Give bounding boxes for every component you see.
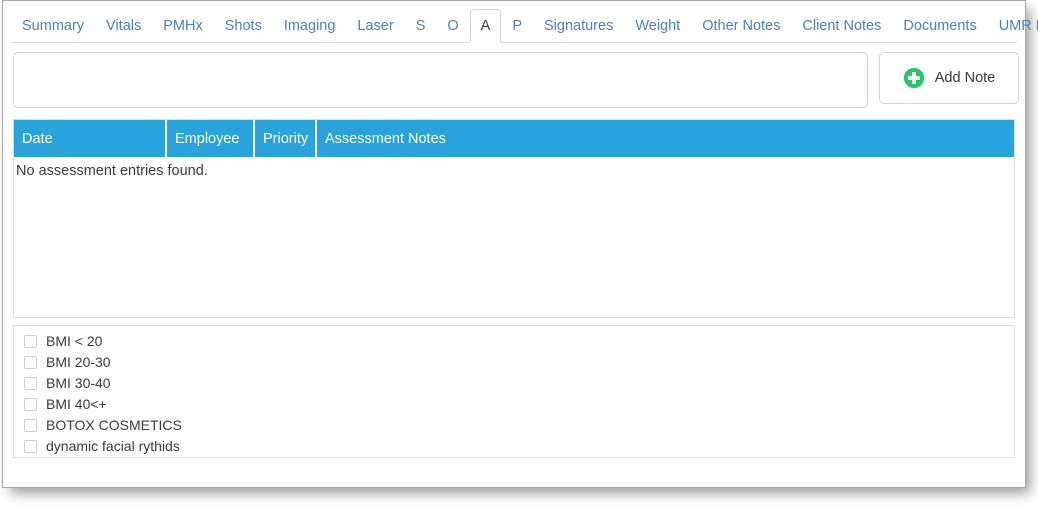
checklist-item-label: BMI 30-40 bbox=[46, 373, 111, 394]
tab-shots[interactable]: Shots bbox=[214, 10, 273, 40]
assessment-window: SummaryVitalsPMHxShotsImagingLaserSOAPSi… bbox=[2, 0, 1026, 488]
checklist-item-label: BMI 20-30 bbox=[46, 352, 111, 373]
tab-laser[interactable]: Laser bbox=[346, 10, 404, 40]
checklist-item[interactable]: BMI 30-40 bbox=[24, 373, 1014, 394]
checklist-item-label: BOTOX COSMETICS bbox=[46, 415, 182, 436]
tab-bar-divider bbox=[11, 42, 1017, 43]
column-header-assessment-notes[interactable]: Assessment Notes bbox=[316, 120, 1014, 157]
tab-signatures[interactable]: Signatures bbox=[533, 10, 624, 40]
column-header-priority[interactable]: Priority bbox=[254, 120, 316, 157]
checklist-item-label: dynamic facial rythids bbox=[46, 436, 180, 457]
checklist-checkbox[interactable] bbox=[24, 335, 37, 348]
empty-state-message: No assessment entries found. bbox=[14, 157, 1014, 179]
assessment-note-input[interactable] bbox=[13, 52, 868, 108]
plus-circle-icon bbox=[903, 67, 925, 89]
assessment-checklist-panel: BMI < 20BMI 20-30BMI 30-40BMI 40<+BOTOX … bbox=[13, 325, 1015, 458]
column-header-date[interactable]: Date bbox=[14, 120, 166, 157]
checklist-item-label: BMI < 20 bbox=[46, 331, 102, 352]
tab-vitals[interactable]: Vitals bbox=[95, 10, 152, 40]
checklist-checkbox[interactable] bbox=[24, 440, 37, 453]
checklist-checkbox[interactable] bbox=[24, 356, 37, 369]
tab-s[interactable]: S bbox=[405, 10, 437, 40]
note-entry-row: Add Note bbox=[13, 52, 1015, 108]
table-empty-row: No assessment entries found. bbox=[14, 157, 1014, 179]
tab-o[interactable]: O bbox=[436, 10, 469, 40]
tab-p[interactable]: P bbox=[501, 10, 533, 40]
tab-pmhx[interactable]: PMHx bbox=[152, 10, 213, 40]
assessment-table-body: No assessment entries found. bbox=[14, 157, 1014, 179]
checklist-checkbox[interactable] bbox=[24, 398, 37, 411]
assessment-table-head: DateEmployeePriorityAssessment Notes bbox=[14, 120, 1014, 157]
checklist-item[interactable]: dynamic facial rythids bbox=[24, 436, 1014, 457]
tab-weight[interactable]: Weight bbox=[624, 10, 691, 40]
tab-umr-forms[interactable]: UMR Forms bbox=[988, 10, 1038, 40]
add-note-button[interactable]: Add Note bbox=[879, 52, 1019, 104]
checklist-item[interactable]: BMI 40<+ bbox=[24, 394, 1014, 415]
checklist-item[interactable]: BOTOX COSMETICS bbox=[24, 415, 1014, 436]
checklist-item-label: BMI 40<+ bbox=[46, 394, 107, 415]
tab-a[interactable]: A bbox=[470, 9, 502, 43]
tab-imaging[interactable]: Imaging bbox=[273, 10, 347, 40]
tab-documents[interactable]: Documents bbox=[892, 10, 987, 40]
column-header-employee[interactable]: Employee bbox=[166, 120, 254, 157]
tab-client-notes[interactable]: Client Notes bbox=[791, 10, 892, 40]
add-note-label: Add Note bbox=[935, 70, 995, 86]
tab-other-notes[interactable]: Other Notes bbox=[691, 10, 791, 40]
checklist-item[interactable]: BMI < 20 bbox=[24, 331, 1014, 352]
table-header-row: DateEmployeePriorityAssessment Notes bbox=[14, 120, 1014, 157]
checklist-checkbox[interactable] bbox=[24, 377, 37, 390]
assessment-table-panel: DateEmployeePriorityAssessment Notes No … bbox=[13, 119, 1015, 318]
chart-tab-bar: SummaryVitalsPMHxShotsImagingLaserSOAPSi… bbox=[3, 1, 1025, 43]
assessment-checklist: BMI < 20BMI 20-30BMI 30-40BMI 40<+BOTOX … bbox=[24, 331, 1014, 457]
checklist-checkbox[interactable] bbox=[24, 419, 37, 432]
checklist-item[interactable]: BMI 20-30 bbox=[24, 352, 1014, 373]
assessment-table: DateEmployeePriorityAssessment Notes No … bbox=[14, 120, 1014, 179]
tab-summary[interactable]: Summary bbox=[11, 10, 95, 40]
